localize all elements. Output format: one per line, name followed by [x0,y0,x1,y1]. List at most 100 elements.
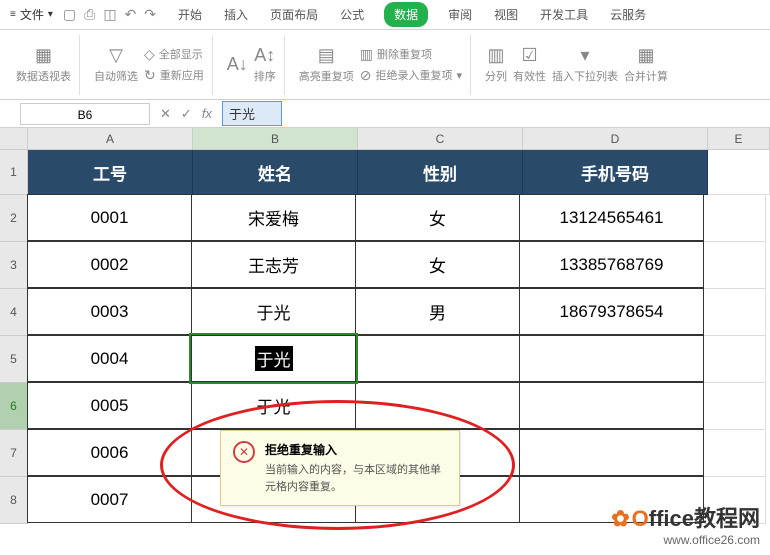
cell[interactable]: 0003 [27,288,192,335]
delete-dup-icon: ▥ [360,46,373,63]
pivot-button[interactable]: ▦数据透视表 [16,45,71,84]
file-menu[interactable]: ≡ 文件 ▾ [10,6,53,23]
file-label: 文件 [20,6,44,23]
col-header-E[interactable]: E [708,128,770,150]
tab-data[interactable]: 数据 [384,2,428,27]
cell[interactable] [708,150,770,195]
col-header-B[interactable]: B [193,128,358,150]
highlight-icon: ▤ [318,45,335,66]
cell[interactable] [704,383,766,430]
cell[interactable]: 王志芳 [191,241,356,288]
ribbon: ▦数据透视表 ▽自动筛选 ◇全部显示 ↻重新应用 A↓ A↕排序 ▤高亮重复项 … [0,30,770,100]
warning-title: 拒绝重复输入 [265,441,447,458]
col-header-A[interactable]: A [28,128,193,150]
row-header-2[interactable]: 2 [0,195,28,242]
splitcols-button[interactable]: ▥分列 [485,45,507,84]
cell[interactable] [704,430,766,477]
dropdown-icon: ▾ [580,45,589,66]
cell[interactable]: 手机号码 [523,150,708,195]
tab-review[interactable]: 审阅 [446,2,474,27]
row-headers: 12345678 [0,150,28,524]
cell[interactable] [355,335,520,382]
cell[interactable]: 于光 [191,335,356,382]
cell[interactable]: 姓名 [193,150,358,195]
tab-cloud[interactable]: 云服务 [608,2,648,27]
cell[interactable]: 于光 [191,288,356,335]
cell[interactable] [355,382,520,429]
cell[interactable]: 0002 [27,241,192,288]
tab-insert[interactable]: 插入 [222,2,250,27]
showall-button[interactable]: ◇全部显示 [144,46,204,63]
cell[interactable] [519,429,704,476]
highlight-dup-button[interactable]: ▤高亮重复项 [299,45,354,84]
filter-icon: ▽ [109,45,123,66]
consolidate-button[interactable]: ▦合并计算 [624,45,668,84]
fx-icon[interactable]: fx [202,106,212,121]
tab-home[interactable]: 开始 [176,2,204,27]
row-header-7[interactable]: 7 [0,430,28,477]
cell[interactable] [704,242,766,289]
row-header-1[interactable]: 1 [0,150,28,195]
cell[interactable] [519,335,704,382]
reapply-icon: ↻ [144,67,156,84]
formula-bar: B6 ✕ ✓ fx 于光 [0,100,770,128]
reapply-button[interactable]: ↻重新应用 [144,67,204,84]
cell[interactable]: 0005 [27,382,192,429]
cell[interactable]: 0007 [27,476,192,523]
cell[interactable]: 13385768769 [519,241,704,288]
error-icon: ✕ [233,441,255,463]
row-header-5[interactable]: 5 [0,336,28,383]
select-all-corner[interactable] [0,128,28,150]
watermark-logo-icon: ✿ [611,506,629,531]
col-header-D[interactable]: D [523,128,708,150]
cell[interactable]: 男 [355,288,520,335]
tab-dev[interactable]: 开发工具 [538,2,590,27]
delete-dup-button[interactable]: ▥删除重复项 [360,46,462,63]
cell[interactable]: 女 [355,194,520,241]
save-icon[interactable]: ▢ [63,6,76,23]
formula-input[interactable]: 于光 [222,101,282,126]
dropdown-button[interactable]: ▾插入下拉列表 [552,45,618,84]
column-headers: ABCDE [28,128,770,150]
cell[interactable] [704,289,766,336]
autofilter-button[interactable]: ▽自动筛选 [94,45,138,84]
cell[interactable]: 0006 [27,429,192,476]
row-header-3[interactable]: 3 [0,242,28,289]
redo-icon[interactable]: ↷ [144,6,156,23]
cell[interactable] [519,382,704,429]
undo-icon[interactable]: ↶ [125,6,137,23]
pivot-icon: ▦ [35,45,52,66]
row-header-8[interactable]: 8 [0,477,28,524]
tab-view[interactable]: 视图 [492,2,520,27]
splitcols-icon: ▥ [488,45,505,66]
reject-dup-button[interactable]: ⊘拒绝录入重复项▾ [360,67,462,84]
cell[interactable]: 13124565461 [519,194,704,241]
cell[interactable]: 女 [355,241,520,288]
cell[interactable]: 工号 [28,150,193,195]
cell[interactable]: 0001 [27,194,192,241]
enter-icon[interactable]: ✓ [181,106,192,122]
showall-icon: ◇ [144,46,155,63]
warning-body: 当前输入的内容，与本区域的其他单元格内容重复。 [265,462,447,495]
validation-button[interactable]: ☑有效性 [513,45,546,84]
cancel-icon[interactable]: ✕ [160,106,171,122]
print-icon[interactable]: ⎙ [84,6,95,23]
sort-button[interactable]: A↕排序 [254,45,276,84]
cell[interactable]: 0004 [27,335,192,382]
cell[interactable]: 性别 [358,150,523,195]
name-box[interactable]: B6 [20,103,150,125]
cell[interactable] [704,195,766,242]
tab-formula[interactable]: 公式 [338,2,366,27]
col-header-C[interactable]: C [358,128,523,150]
cell[interactable]: 于光 [191,382,356,429]
menubar: ≡ 文件 ▾ ▢ ⎙ ◫ ↶ ↷ 开始 插入 页面布局 公式 数据 审阅 视图 … [0,0,770,30]
tab-layout[interactable]: 页面布局 [268,2,320,27]
cell[interactable] [704,336,766,383]
cell[interactable]: 18679378654 [519,288,704,335]
sort-asc-button[interactable]: A↓ [227,54,248,75]
preview-icon[interactable]: ◫ [103,6,116,23]
cell[interactable]: 宋爱梅 [191,194,356,241]
menu-icon: ≡ [10,9,16,20]
row-header-4[interactable]: 4 [0,289,28,336]
row-header-6[interactable]: 6 [0,383,28,430]
